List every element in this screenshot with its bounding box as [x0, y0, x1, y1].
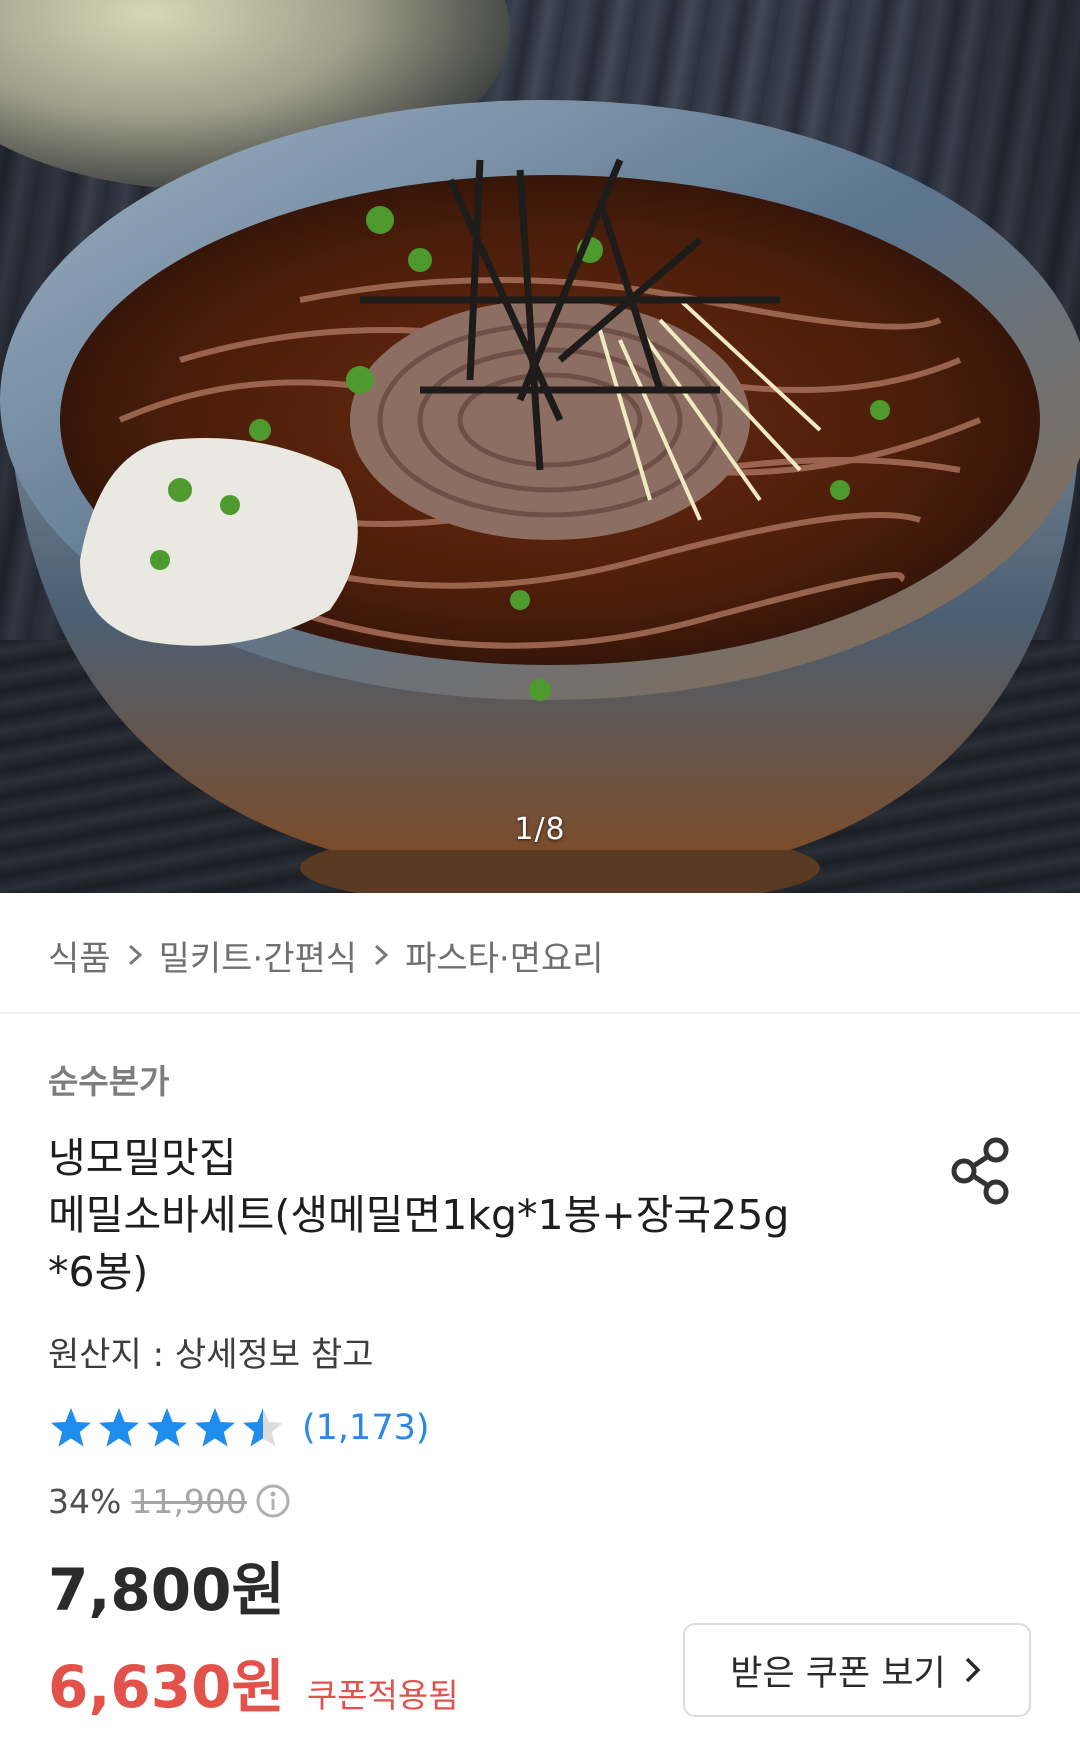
- info-icon[interactable]: [255, 1483, 291, 1519]
- review-count-link[interactable]: (1,173): [302, 1408, 430, 1448]
- share-icon[interactable]: [948, 1135, 1014, 1207]
- sale-price: 7,800원: [48, 1556, 285, 1624]
- breadcrumb-item-mealkit[interactable]: 밀키트·간편식: [159, 931, 358, 980]
- origin-info: 원산지 : 상세정보 참고: [48, 1335, 374, 1375]
- breadcrumb-item-pasta-noodles[interactable]: 파스타·면요리: [405, 931, 604, 980]
- star-icon: [51, 1408, 91, 1447]
- divider: [0, 1012, 1080, 1014]
- brand-name[interactable]: 순수본가: [48, 1055, 169, 1103]
- view-coupons-label: 받은 쿠폰 보기: [730, 1653, 946, 1694]
- star-icon: [243, 1408, 283, 1447]
- view-coupons-button[interactable]: 받은 쿠폰 보기: [683, 1623, 1031, 1717]
- coupon-applied-label: 쿠폰적용됨: [306, 1676, 459, 1715]
- product-title: 냉모밀맛집 메밀소바세트(생메밀면1kg*1봉+장국25g *6봉): [48, 1130, 908, 1301]
- chevron-right-icon: [965, 1657, 981, 1683]
- product-title-line: 냉모밀맛집: [48, 1134, 237, 1182]
- chevron-right-icon: [375, 944, 389, 966]
- chevron-right-icon: [128, 944, 142, 966]
- star-icon: [195, 1408, 235, 1447]
- breadcrumb-item-food[interactable]: 식품: [48, 931, 111, 980]
- coupon-price: 6,630원: [48, 1653, 285, 1721]
- star-icon: [99, 1408, 139, 1447]
- star-rating: [48, 1405, 286, 1451]
- discount-row: 34% 11,900: [48, 1478, 291, 1524]
- product-image-carousel[interactable]: 1/8: [0, 0, 1080, 893]
- product-title-line: *6봉): [48, 1248, 149, 1296]
- image-counter: 1/8: [514, 812, 566, 847]
- original-price: 11,900: [131, 1481, 247, 1521]
- star-icon: [147, 1408, 187, 1447]
- coupon-price-row: 6,630원 쿠폰적용됨: [48, 1640, 459, 1721]
- breadcrumb: 식품 밀키트·간편식 파스타·면요리: [48, 925, 604, 985]
- discount-rate: 34%: [48, 1481, 122, 1521]
- soba-bowl-image: [0, 100, 1080, 893]
- rating-row: (1,173): [48, 1403, 430, 1453]
- product-title-line: 메밀소바세트(생메밀면1kg*1봉+장국25g: [48, 1191, 790, 1239]
